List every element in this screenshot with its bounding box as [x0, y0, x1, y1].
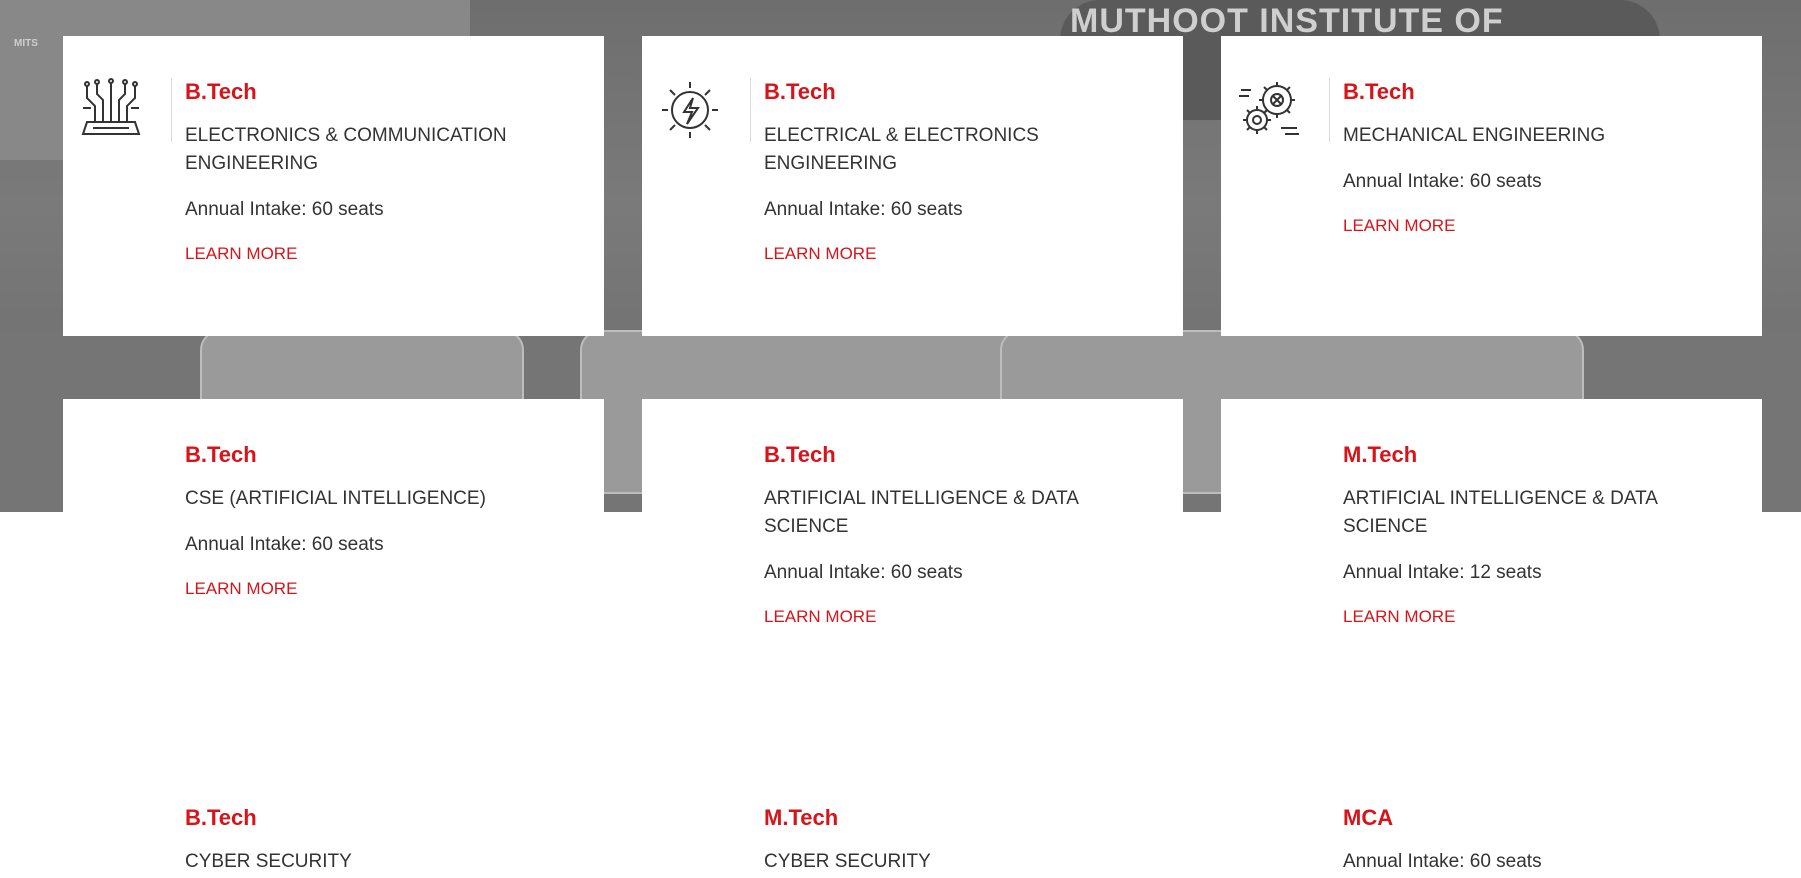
- annual-intake: Annual Intake: 60 seats: [185, 199, 384, 220]
- program-card: B.Tech CYBER SECURITY: [63, 762, 604, 878]
- program-card: B.Tech ELECTRONICS & COMMUNICATION ENGIN…: [63, 36, 604, 336]
- program-card: MCA Annual Intake: 60 seats: [1221, 762, 1762, 878]
- learn-more-link[interactable]: LEARN MORE: [1343, 605, 1455, 629]
- card-divider: [1329, 78, 1330, 142]
- department-name: ARTIFICIAL INTELLIGENCE & DATA SCIENCE: [1343, 488, 1657, 537]
- department-name: MECHANICAL ENGINEERING: [1343, 125, 1606, 146]
- department-name: ELECTRONICS & COMMUNICATION ENGINEERING: [185, 125, 507, 174]
- degree-title: B.Tech: [764, 442, 836, 467]
- degree-title: B.Tech: [185, 79, 257, 104]
- annual-intake: Annual Intake: 60 seats: [185, 534, 384, 555]
- department-name: CYBER SECURITY: [764, 851, 931, 872]
- program-card: B.Tech MECHANICAL ENGINEERING Annual Int…: [1221, 36, 1762, 336]
- learn-more-link[interactable]: LEARN MORE: [1343, 214, 1455, 238]
- program-card: B.Tech ELECTRICAL & ELECTRONICS ENGINEER…: [642, 36, 1183, 336]
- lightning-bolt-icon: [662, 82, 718, 138]
- card-divider: [171, 78, 172, 142]
- program-card: M.Tech ARTIFICIAL INTELLIGENCE & DATA SC…: [1221, 399, 1762, 699]
- degree-title: MCA: [1343, 805, 1394, 830]
- learn-more-link[interactable]: LEARN MORE: [764, 242, 876, 266]
- department-name: ELECTRICAL & ELECTRONICS ENGINEERING: [764, 125, 1039, 174]
- learn-more-link[interactable]: LEARN MORE: [764, 605, 876, 629]
- department-name: CSE (ARTIFICIAL INTELLIGENCE): [185, 488, 486, 509]
- circuit-chip-icon: [81, 78, 141, 135]
- annual-intake: Annual Intake: 12 seats: [1343, 562, 1542, 583]
- degree-title: B.Tech: [1343, 79, 1415, 104]
- program-card: M.Tech CYBER SECURITY: [642, 762, 1183, 878]
- mits-logo: MITS: [14, 38, 38, 49]
- card-divider: [750, 78, 751, 142]
- department-name: CYBER SECURITY: [185, 851, 352, 872]
- annual-intake: Annual Intake: 60 seats: [1343, 851, 1542, 872]
- annual-intake: Annual Intake: 60 seats: [1343, 171, 1542, 192]
- gears-icon: [1239, 82, 1299, 135]
- degree-title: B.Tech: [185, 805, 257, 830]
- program-card: B.Tech CSE (ARTIFICIAL INTELLIGENCE) Ann…: [63, 399, 604, 699]
- learn-more-link[interactable]: LEARN MORE: [185, 242, 297, 266]
- annual-intake: Annual Intake: 60 seats: [764, 562, 963, 583]
- program-card: B.Tech ARTIFICIAL INTELLIGENCE & DATA SC…: [642, 399, 1183, 699]
- degree-title: M.Tech: [1343, 442, 1418, 467]
- degree-title: B.Tech: [185, 442, 257, 467]
- department-name: ARTIFICIAL INTELLIGENCE & DATA SCIENCE: [764, 488, 1078, 537]
- degree-title: B.Tech: [764, 79, 836, 104]
- annual-intake: Annual Intake: 60 seats: [764, 199, 963, 220]
- learn-more-link[interactable]: LEARN MORE: [185, 577, 297, 601]
- degree-title: M.Tech: [764, 805, 839, 830]
